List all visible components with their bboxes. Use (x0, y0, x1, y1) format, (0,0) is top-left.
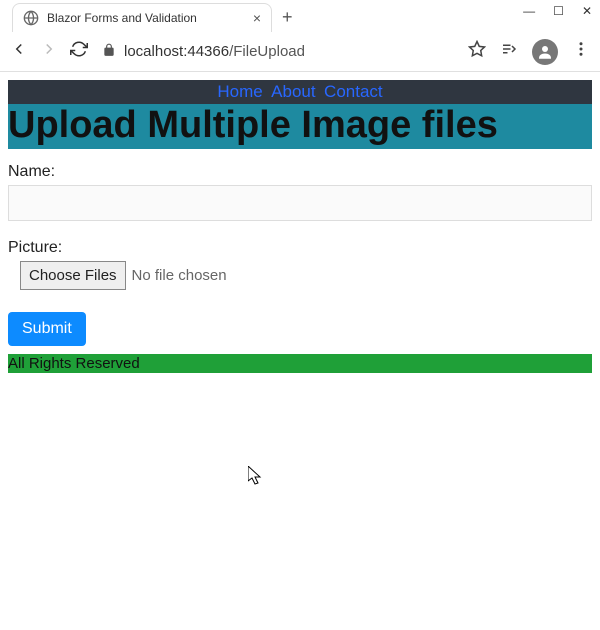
new-tab-button[interactable]: + (282, 7, 293, 32)
url-path: /FileUpload (229, 43, 305, 60)
top-nav: Home About Contact (8, 80, 592, 104)
address-bar[interactable]: localhost:44366/FileUpload (102, 43, 454, 61)
name-input[interactable] (8, 185, 592, 221)
mouse-cursor-icon (248, 466, 264, 491)
forward-icon[interactable] (40, 40, 58, 63)
reading-list-icon[interactable] (500, 40, 518, 63)
nav-contact-link[interactable]: Contact (324, 82, 383, 101)
url-host: localhost (124, 43, 183, 60)
profile-avatar-icon[interactable] (532, 39, 558, 65)
picture-label: Picture: (8, 239, 592, 257)
minimize-icon[interactable]: — (523, 4, 535, 18)
page-banner: Upload Multiple Image files (8, 104, 592, 149)
reload-icon[interactable] (70, 40, 88, 63)
browser-titlebar: Blazor Forms and Validation × + — ☐ ✕ (0, 0, 600, 32)
star-icon[interactable] (468, 40, 486, 63)
lock-icon (102, 43, 116, 61)
menu-dots-icon[interactable] (572, 40, 590, 63)
browser-toolbar: localhost:44366/FileUpload (0, 32, 600, 72)
file-status-text: No file chosen (132, 267, 227, 284)
upload-form: Name: Picture: Choose Files No file chos… (8, 149, 592, 352)
close-window-icon[interactable]: ✕ (582, 4, 592, 18)
url-port: :44366 (183, 43, 229, 60)
maximize-icon[interactable]: ☐ (553, 4, 564, 18)
page-content: Home About Contact Upload Multiple Image… (0, 72, 600, 381)
back-icon[interactable] (10, 40, 28, 63)
globe-icon (23, 10, 39, 26)
browser-tab[interactable]: Blazor Forms and Validation × (12, 3, 272, 32)
page-title: Upload Multiple Image files (8, 104, 592, 147)
tab-title: Blazor Forms and Validation (47, 11, 245, 25)
nav-about-link[interactable]: About (271, 82, 315, 101)
nav-home-link[interactable]: Home (217, 82, 262, 101)
window-controls: — ☐ ✕ (523, 4, 592, 18)
page-footer: All Rights Reserved (8, 354, 592, 373)
name-label: Name: (8, 163, 592, 181)
close-icon[interactable]: × (253, 10, 261, 26)
submit-button[interactable]: Submit (8, 312, 86, 346)
choose-files-button[interactable]: Choose Files (20, 261, 126, 290)
